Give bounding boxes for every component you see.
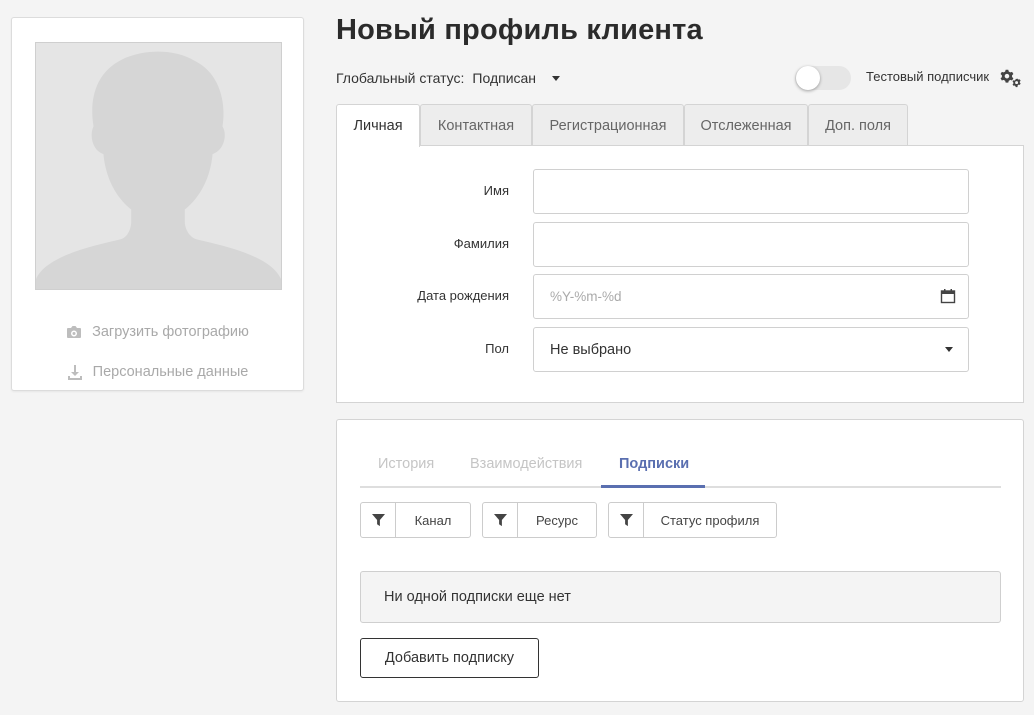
gears-icon [1000,69,1021,88]
gender-row: Пол Не выбрано [337,327,1023,372]
filter-channel-label: Канал [414,512,452,528]
funnel-icon [371,513,385,526]
personal-data-button[interactable]: Персональные данные [12,364,303,380]
download-icon [67,365,82,380]
tab-registration[interactable]: Регистрационная [532,104,684,146]
add-subscription-button[interactable]: Добавить подписку [360,638,539,678]
filter-icon [609,503,644,537]
tab-tracked[interactable]: Отслеженная [684,104,808,146]
upload-photo-button[interactable]: Загрузить фотографию [12,324,303,340]
personal-data-label: Персональные данные [92,364,249,380]
birth-date-input[interactable]: %Y-%m-%d [533,274,969,319]
filter-icon [483,503,518,537]
camera-icon [67,326,82,338]
tab-personal[interactable]: Личная [336,104,420,147]
birth-date-label: Дата рождения [417,288,509,303]
test-subscriber-label: Тестовый подписчик [866,69,990,84]
profile-photo-card: Загрузить фотографию Персональные данные [11,17,304,391]
filter-profile-status-label: Статус профиля [660,512,760,528]
birth-date-row: Дата рождения %Y-%m-%d [337,274,1023,319]
settings-button[interactable] [1000,67,1022,89]
subscriptions-panel: История Взаимодействия Подписки Канал Ре… [336,419,1024,702]
filter-resource-label: Ресурс [536,512,578,528]
funnel-icon [619,513,633,526]
upload-photo-label: Загрузить фотографию [92,324,249,340]
last-name-row: Фамилия [337,222,1023,267]
person-silhouette-icon [36,43,281,289]
first-name-input[interactable] [533,169,969,214]
global-status-value: Подписан [472,70,537,86]
funnel-icon [493,513,507,526]
tab-history[interactable]: История [378,456,434,472]
caret-down-icon [552,76,561,81]
personal-form-panel: Имя Фамилия Дата рождения %Y-%m-%d Пол Н… [336,145,1024,403]
page-title: Новый профиль клиента [336,14,703,46]
calendar-icon[interactable] [940,288,956,304]
subscriptions-tabs: История Взаимодействия Подписки [360,452,1001,488]
first-name-row: Имя [337,169,1023,214]
birth-date-placeholder: %Y-%m-%d [550,289,622,304]
tab-subscriptions[interactable]: Подписки [619,456,689,472]
tab-contact[interactable]: Контактная [420,104,532,146]
active-tab-indicator [601,485,705,488]
gender-select[interactable]: Не выбрано [533,327,969,372]
tab-interactions[interactable]: Взаимодействия [470,456,582,472]
first-name-label: Имя [483,183,509,198]
tab-extra-fields[interactable]: Доп. поля [808,104,908,146]
test-subscriber-toggle[interactable] [795,66,851,90]
toggle-knob [796,66,820,90]
global-status-label: Глобальный статус: [336,70,465,86]
avatar-placeholder [35,42,282,290]
filter-profile-status[interactable]: Статус профиля [608,502,777,538]
global-status-dropdown[interactable]: Глобальный статус: Подписан [336,70,561,86]
filter-resource[interactable]: Ресурс [482,502,597,538]
filter-channel[interactable]: Канал [360,502,471,538]
gender-value: Не выбрано [550,341,632,358]
empty-subscriptions-message: Ни одной подписки еще нет [360,571,1001,623]
last-name-label: Фамилия [453,236,509,251]
gender-label: Пол [485,341,509,356]
filter-icon [361,503,396,537]
last-name-input[interactable] [533,222,969,267]
caret-down-icon [945,347,953,352]
